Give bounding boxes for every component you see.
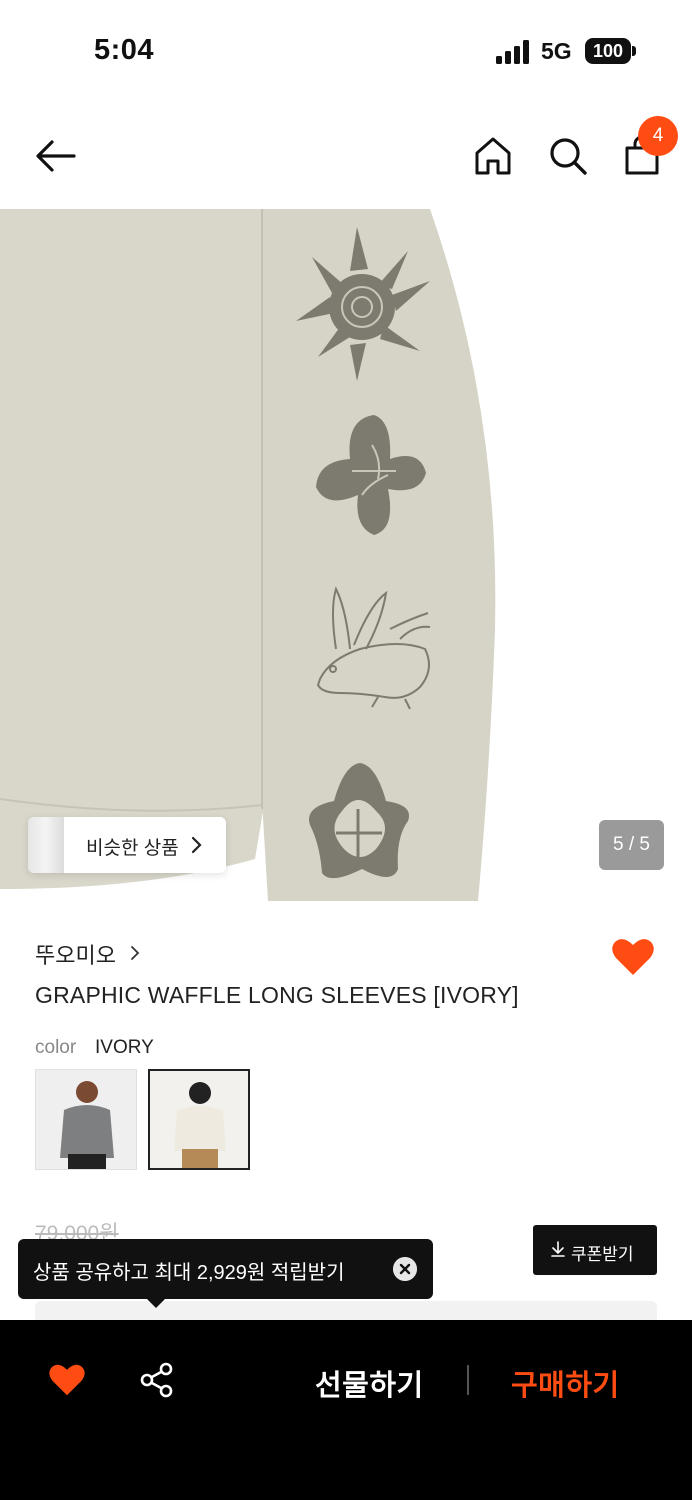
close-circle-icon[interactable] [393,1257,417,1281]
coupon-download-button[interactable]: 쿠폰받기 [533,1225,657,1275]
heart-icon[interactable] [48,1363,86,1397]
home-icon[interactable] [474,136,512,176]
similar-thumbnail [28,817,64,873]
download-icon [551,1241,565,1257]
chevron-right-icon [131,946,140,960]
network-type: 5G [541,38,572,64]
status-bar: 5:04 5G 100 [0,0,692,100]
signal-icon [496,40,529,64]
bottom-action-bar [0,1320,692,1500]
buy-button[interactable]: 구매하기 [511,1362,620,1404]
tooltip-arrow [146,1298,166,1308]
sweater-sleeve-illustration [0,209,496,901]
brand-link[interactable]: 뚜오미오 [35,938,116,970]
chevron-right-icon [191,836,202,854]
status-time: 5:04 [94,34,155,66]
battery-icon: 100 [585,38,631,64]
swatch-model-photo [150,1071,248,1168]
share-icon[interactable] [139,1362,175,1398]
share-reward-tooltip: 상품 공유하고 최대 2,929원 적립받기 [18,1239,433,1299]
back-arrow-icon[interactable] [34,138,78,174]
cart-count-badge: 4 [638,116,678,156]
top-nav [0,110,692,200]
similar-label: 비슷한 상품 [86,838,179,859]
option-label: color [35,1037,77,1058]
product-title: GRAPHIC WAFFLE LONG SLEEVES [IVORY] [35,982,519,1008]
heart-icon[interactable] [611,937,655,977]
tooltip-text: 상품 공유하고 최대 2,929원 적립받기 [33,1262,345,1284]
option-value: IVORY [95,1037,154,1058]
divider [467,1365,469,1395]
coupon-label: 쿠폰받기 [571,1245,634,1264]
image-page-counter: 5 / 5 [599,820,664,870]
battery-tip [632,46,636,56]
color-swatch-grey[interactable] [35,1069,137,1170]
color-swatch-ivory[interactable] [148,1069,250,1170]
search-icon[interactable] [548,136,588,176]
gift-button[interactable]: 선물하기 [315,1362,424,1404]
product-image[interactable] [0,209,692,901]
swatch-model-photo [36,1070,136,1169]
